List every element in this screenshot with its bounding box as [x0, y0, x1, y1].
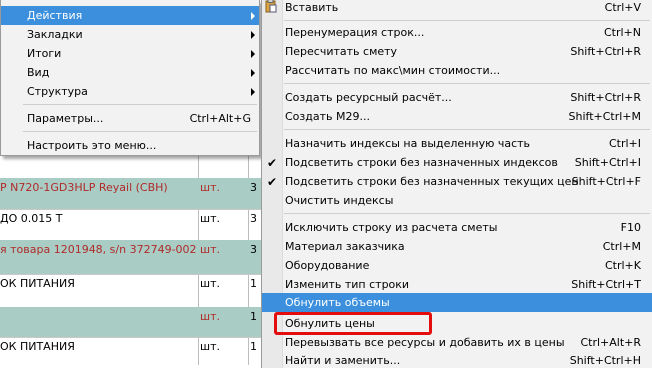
cell-unit: шт.: [200, 340, 220, 353]
menu-item-label: Параметры...: [27, 112, 104, 125]
menu-item-shortcut: Shift+Ctrl+M: [568, 110, 642, 123]
menu-item-label: Вставить: [285, 1, 339, 14]
cell-name: ДО 0.015 T: [0, 212, 63, 225]
menu-item-paste[interactable]: Вставить Ctrl+V: [262, 0, 652, 17]
menu-item-label: Настроить это меню...: [27, 139, 157, 152]
menu-item-totals[interactable]: Итоги: [1, 44, 259, 63]
menu-separator: [23, 131, 257, 132]
menu-item-label: Подсветить строки без назначенных текущи…: [285, 175, 579, 188]
menu-item-label: Структура: [27, 85, 88, 98]
menu-item-shortcut: Shift+Ctrl+H: [569, 354, 641, 367]
cell-unit: шт.: [200, 310, 220, 323]
menu-separator: [284, 213, 650, 214]
menu-separator: [23, 104, 257, 105]
menu-item-highlight-no-prices[interactable]: ✔ Подсветить строки без назначенных теку…: [262, 172, 652, 191]
menu-separator: [284, 129, 650, 130]
menu-item-assign-indexes[interactable]: Назначить индексы на выделенную часть Ct…: [262, 134, 652, 153]
menu-item-label: Пересчитать смету: [285, 45, 398, 58]
submenu-arrow-icon: [251, 31, 255, 39]
menu-item-equipment[interactable]: Оборудование Ctrl+K: [262, 256, 652, 275]
menu-item-actions[interactable]: Действия: [1, 6, 259, 25]
menu-item-shortcut: Ctrl+Alt+G: [189, 112, 251, 125]
menu-item-find-replace[interactable]: Найти и заменить... Shift+Ctrl+H: [262, 351, 652, 370]
cell-unit: шт.: [200, 181, 220, 194]
menu-item-label: Материал заказчика: [285, 240, 405, 253]
cell-unit: шт.: [200, 277, 220, 290]
context-menu: Действия Закладки Итоги Вид Структура Па…: [0, 0, 260, 156]
menu-item-renumber[interactable]: Перенумерация строк... Ctrl+N: [262, 23, 652, 42]
menu-item-label: Очистить индексы: [285, 194, 394, 207]
menu-item-label: Подсветить строки без назначенных индекс…: [285, 156, 558, 169]
menu-item-label: Назначить индексы на выделенную часть: [285, 137, 531, 150]
menu-item-exclude-row[interactable]: Исключить строку из расчета сметы F10: [262, 218, 652, 237]
submenu-arrow-icon: [251, 88, 255, 96]
menu-item-shortcut: Shift+Ctrl+R: [570, 91, 641, 104]
submenu-arrow-icon: [251, 12, 255, 20]
menu-item-structure[interactable]: Структура: [1, 82, 259, 101]
menu-item-customer-material[interactable]: Материал заказчика Ctrl+M: [262, 237, 652, 256]
cell-name: [0, 307, 198, 337]
menu-item-bookmarks[interactable]: Закладки: [1, 25, 259, 44]
checkmark-icon: ✔: [267, 156, 278, 170]
menu-item-view[interactable]: Вид: [1, 63, 259, 82]
menu-item-calc-maxmin[interactable]: Рассчитать по макс\мин стоимости...: [262, 61, 652, 80]
menu-item-label: Создать М29...: [285, 110, 370, 123]
cell-name: P N720-1GD3HLP Reyail (CBH): [0, 181, 168, 194]
table-row[interactable]: ОК ПИТАНИЯ шт. 1: [0, 337, 265, 365]
menu-item-label: Вид: [27, 66, 50, 79]
menu-item-shortcut: Ctrl+N: [603, 26, 641, 39]
cell-name: ОК ПИТАНИЯ: [0, 340, 75, 353]
menu-item-resource-calc[interactable]: Создать ресурсный расчёт... Shift+Ctrl+R: [262, 88, 652, 107]
menu-item-label: Изменить тип строки: [285, 278, 410, 291]
menu-item-create-m29[interactable]: Создать М29... Shift+Ctrl+M: [262, 107, 652, 126]
table-row[interactable]: ОК ПИТАНИЯ шт. 1: [0, 274, 265, 308]
cell-name: я товара 1201948, s/n 372749-002: [0, 243, 197, 256]
cell-unit: шт.: [200, 212, 220, 225]
menu-item-shortcut: Ctrl+M: [602, 240, 641, 253]
menu-item-customize[interactable]: Настроить это меню...: [1, 136, 259, 155]
paste-icon: [265, 0, 277, 13]
table-row[interactable]: ДО 0.015 T шт. 3: [0, 209, 265, 241]
menu-item-parameters[interactable]: Параметры... Ctrl+Alt+G: [1, 109, 259, 128]
menu-item-change-row-type[interactable]: Изменить тип строки Shift+Ctrl+T: [262, 275, 652, 294]
menu-item-highlight-no-indexes[interactable]: ✔ Подсветить строки без назначенных инде…: [262, 153, 652, 172]
menu-item-label: Перевызвать все ресурсы и добавить их в …: [285, 336, 565, 349]
menu-item-shortcut: Ctrl+V: [604, 1, 641, 14]
cell-name: ОК ПИТАНИЯ: [0, 277, 75, 290]
menu-item-shortcut: F10: [620, 221, 641, 234]
menu-item-label: Рассчитать по макс\мин стоимости...: [285, 64, 501, 77]
submenu-arrow-icon: [251, 69, 255, 77]
menu-item-label: Создать ресурсный расчёт...: [285, 91, 452, 104]
menu-item-recalculate[interactable]: Пересчитать смету Shift+Ctrl+R: [262, 42, 652, 61]
annotation-highlight: [274, 312, 432, 335]
cell-unit: шт.: [200, 243, 220, 256]
menu-item-shortcut: Shift+Ctrl+I: [574, 156, 641, 169]
table-row[interactable]: P N720-1GD3HLP Reyail (CBH) шт. 3: [0, 178, 265, 210]
menu-item-label: Оборудование: [285, 259, 370, 272]
menu-item-shortcut: Ctrl+I: [608, 137, 641, 150]
menu-item-label: Закладки: [27, 28, 83, 41]
menu-separator: [284, 83, 650, 84]
menu-item-shortcut: Shift+Ctrl+F: [571, 175, 641, 188]
menu-item-zero-volumes[interactable]: Обнулить объемы: [262, 293, 652, 312]
menu-item-label: Действия: [27, 9, 83, 22]
menu-item-label: Обнулить объемы: [285, 296, 390, 309]
table-row[interactable]: шт. 1: [0, 307, 265, 338]
menu-item-label: Найти и заменить...: [285, 354, 401, 367]
menu-item-shortcut: Ctrl+K: [604, 259, 641, 272]
menu-item-label: Итоги: [27, 47, 62, 60]
checkmark-icon: ✔: [267, 175, 278, 189]
menu-separator: [284, 20, 650, 21]
menu-item-label: Перенумерация строк...: [285, 26, 425, 39]
menu-item-shortcut: Ctrl+Alt+R: [580, 336, 641, 349]
menu-item-recall-resources[interactable]: Перевызвать все ресурсы и добавить их в …: [262, 333, 652, 352]
table-row[interactable]: я товара 1201948, s/n 372749-002 шт. 3: [0, 240, 265, 275]
menu-item-shortcut: Shift+Ctrl+R: [570, 45, 641, 58]
menu-item-shortcut: Shift+Ctrl+T: [571, 278, 641, 291]
menu-item-clear-indexes[interactable]: Очистить индексы: [262, 191, 652, 210]
submenu-arrow-icon: [251, 50, 255, 58]
menu-item-label: Исключить строку из расчета сметы: [285, 221, 498, 234]
